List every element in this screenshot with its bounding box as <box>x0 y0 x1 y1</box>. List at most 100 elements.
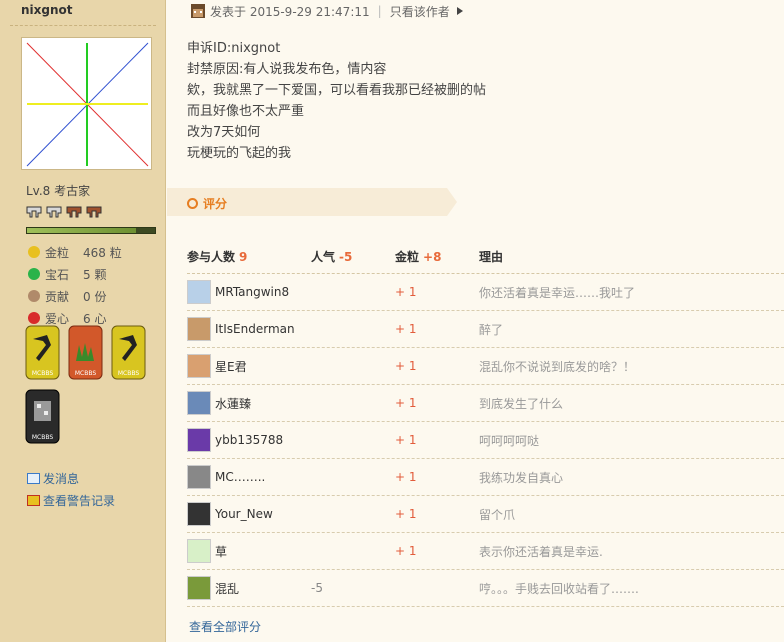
stat-contribution: 贡献 0 份 <box>28 285 122 307</box>
post-line: 玩梗玩的飞起的我 <box>187 146 292 161</box>
rater-avatar[interactable] <box>187 576 211 600</box>
post-meta: 发表于 2015-9-29 21:47:11 | 只看该作者 <box>191 2 464 20</box>
rating-row: 水蓮臻 + 1 到底发生了什么 <box>187 385 784 422</box>
rater-reason: 我练功发自真心 <box>479 470 564 485</box>
rater[interactable]: ItIsEnderman <box>187 317 311 341</box>
meta-divider: | <box>377 4 382 18</box>
author-avatar[interactable] <box>21 37 152 170</box>
pickaxe-medal-icon[interactable]: MCBBS <box>111 325 146 380</box>
rater-name[interactable]: 混乱 <box>215 580 239 597</box>
rater-name[interactable]: 星E君 <box>215 358 247 375</box>
send-message-link[interactable]: 发消息 <box>27 470 79 487</box>
rater[interactable]: MRTangwin8 <box>187 280 311 304</box>
rater-gold: + 1 <box>395 285 417 299</box>
rater-avatar[interactable] <box>187 502 211 526</box>
rater-gold: + 1 <box>395 359 417 373</box>
col-reason: 理由 <box>479 250 504 264</box>
rater-avatar[interactable] <box>187 317 211 341</box>
medal-label: MCBBS <box>32 434 53 441</box>
author-username[interactable]: nixgnot <box>21 3 73 17</box>
circle-icon <box>187 198 198 209</box>
post-line: 申诉ID:nixgnot <box>187 41 281 56</box>
rater-reason: 哼。。。手贱去回收站看了……. <box>479 581 639 596</box>
user-level: Lv.8 考古家 <box>26 184 91 198</box>
rater[interactable]: 星E君 <box>187 354 311 378</box>
col-participants: 参与人数 9 <box>187 248 311 265</box>
stat-value: 6 心 <box>83 311 107 326</box>
gold-nugget-icon <box>28 246 40 258</box>
rater-name[interactable]: MRTangwin8 <box>215 285 289 299</box>
rating-row: MRTangwin8 + 1 你还活着真是幸运……我吐了 <box>187 274 784 311</box>
rater-popularity: -5 <box>311 581 323 595</box>
warning-card-icon <box>27 495 40 506</box>
rater-name[interactable]: MC…….. <box>215 470 265 484</box>
view-all-ratings-link[interactable]: 查看全部评分 <box>189 618 261 635</box>
rater-reason: 表示你还活着真是幸运. <box>479 544 603 559</box>
medal-label: MCBBS <box>118 370 139 377</box>
grass-medal-icon[interactable]: MCBBS <box>68 325 103 380</box>
pickaxe-medal-icon[interactable]: MCBBS <box>25 325 60 380</box>
rater-reason: 呵呵呵呵哒 <box>479 433 540 448</box>
rater-name[interactable]: ItIsEnderman <box>215 322 295 336</box>
stat-label: 金粒 <box>45 245 70 260</box>
rater-avatar[interactable] <box>187 465 211 489</box>
rater-name[interactable]: Your_New <box>215 507 273 521</box>
iron-helmet-icon <box>46 206 62 218</box>
post-line: 改为7天如何 <box>187 125 261 140</box>
medal-label: MCBBS <box>75 370 96 377</box>
rater-gold: + 1 <box>395 470 417 484</box>
col-popularity: 人气 -5 <box>311 248 395 265</box>
rater[interactable]: 混乱 <box>187 576 311 600</box>
rating-row: ItIsEnderman + 1 醉了 <box>187 311 784 348</box>
medal-label: MCBBS <box>32 370 53 377</box>
participant-count: 9 <box>239 249 248 264</box>
col-gold: 金粒 +8 <box>395 248 479 265</box>
author-icon <box>191 4 205 18</box>
rater-reason: 你还活着真是幸运……我吐了 <box>479 285 636 300</box>
author-only-link[interactable]: 只看该作者 <box>390 3 450 20</box>
gold-total: +8 <box>423 250 442 264</box>
rater-name[interactable]: 水蓮臻 <box>215 395 251 412</box>
rater-avatar[interactable] <box>187 280 211 304</box>
rater-avatar[interactable] <box>187 539 211 563</box>
stat-value: 5 颗 <box>83 267 107 282</box>
col-popularity-label: 人气 <box>311 250 336 264</box>
gem-icon <box>28 268 40 280</box>
send-message-label: 发消息 <box>43 472 80 486</box>
rater-avatar[interactable] <box>187 354 211 378</box>
rater-reason: 醉了 <box>479 322 504 337</box>
rater-reason: 到底发生了什么 <box>479 396 564 411</box>
rater[interactable]: Your_New <box>187 502 311 526</box>
level-helmets <box>26 204 102 220</box>
rater-name[interactable]: ybb135788 <box>215 433 283 447</box>
rater-gold: + 1 <box>395 507 417 521</box>
leather-helmet-icon <box>86 206 102 218</box>
post-line: 欸，我就黑了一下爱国，可以看看我那已经被删的帖 <box>187 83 487 98</box>
rater-gold: + 1 <box>395 322 417 336</box>
rater[interactable]: ybb135788 <box>187 428 311 452</box>
stat-label: 贡献 <box>45 289 70 304</box>
warning-log-label: 查看警告记录 <box>43 494 116 508</box>
warning-log-link[interactable]: 查看警告记录 <box>27 492 115 509</box>
sidebar-divider <box>10 25 156 26</box>
rater-avatar[interactable] <box>187 391 211 415</box>
post-content: 发表于 2015-9-29 21:47:11 | 只看该作者 申诉ID:nixg… <box>167 0 784 642</box>
rater[interactable]: 草 <box>187 539 311 563</box>
rater[interactable]: 水蓮臻 <box>187 391 311 415</box>
stat-value: 0 份 <box>83 289 107 304</box>
rater-gold: + 1 <box>395 544 417 558</box>
rating-table: 参与人数 9 人气 -5 金粒 +8 理由 MRTangwin8 + 1 你还活着真是幸运… <box>187 240 784 607</box>
rater-name[interactable]: 草 <box>215 543 227 560</box>
rating-row: ybb135788 + 1 呵呵呵呵哒 <box>187 422 784 459</box>
col-gold-label: 金粒 <box>395 250 420 264</box>
leather-helmet-icon <box>66 206 82 218</box>
post-body: 申诉ID:nixgnot 封禁原因:有人说我发布色，情内容 欸，我就黑了一下爱国… <box>187 38 486 164</box>
rater-gold: + 1 <box>395 396 417 410</box>
rating-title: 评分 <box>187 195 227 212</box>
ore-medal-icon[interactable]: MCBBS <box>25 389 60 444</box>
rating-row: 草 + 1 表示你还活着真是幸运. <box>187 533 784 570</box>
rater[interactable]: MC…….. <box>187 465 311 489</box>
rater-avatar[interactable] <box>187 428 211 452</box>
user-sidebar: nixgnot Lv.8 考古家 金粒 468 粒 宝石 5 颗 贡献 0 份 … <box>0 0 166 642</box>
rating-rows: MRTangwin8 + 1 你还活着真是幸运……我吐了 ItIsEnderman + … <box>187 274 784 607</box>
